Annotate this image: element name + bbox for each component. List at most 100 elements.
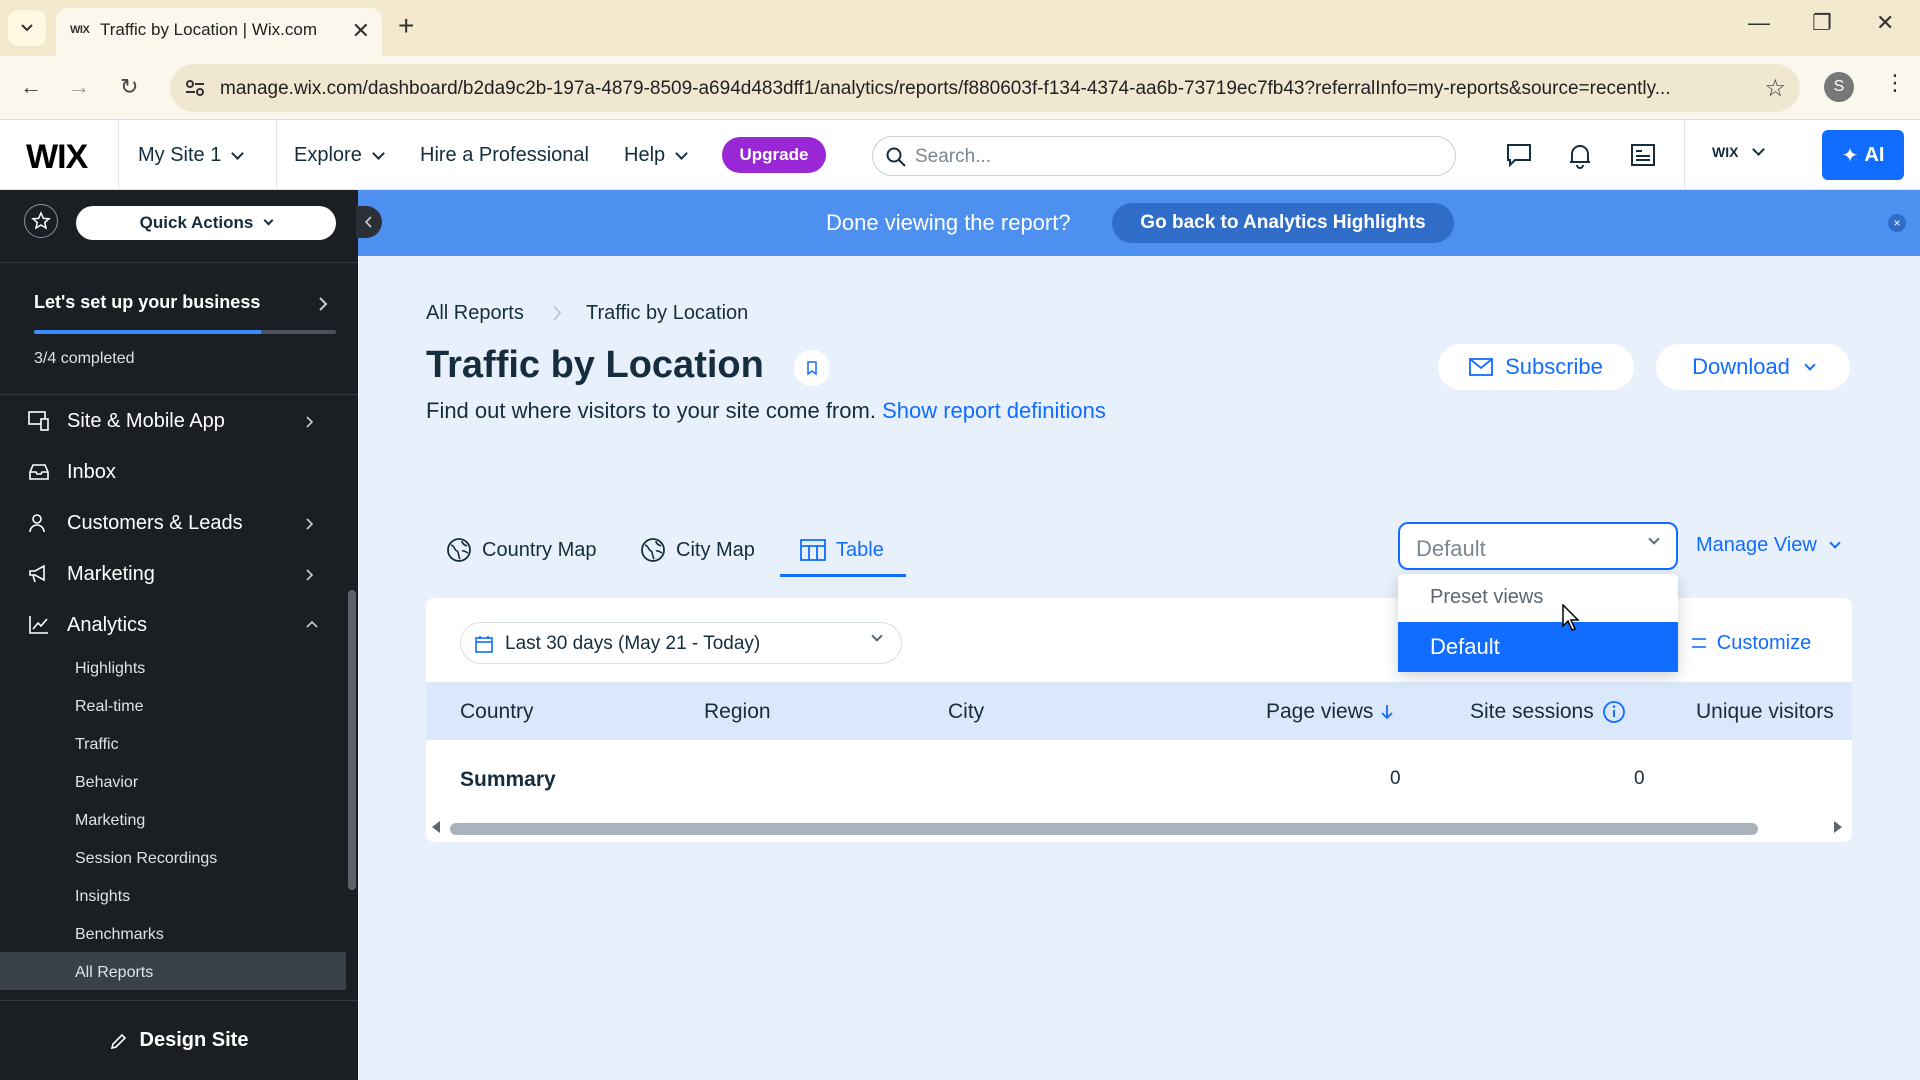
column-header-site-sessions[interactable]: Site sessions bbox=[1470, 700, 1626, 724]
account-menu[interactable]: WIX bbox=[1712, 143, 1766, 160]
help-menu[interactable]: Help bbox=[624, 144, 689, 167]
summary-page-views: 0 bbox=[1390, 768, 1401, 789]
design-site-button[interactable]: Design Site bbox=[0, 1000, 358, 1080]
tab-table[interactable]: Table bbox=[800, 530, 884, 570]
scroll-right-icon[interactable] bbox=[1834, 821, 1842, 833]
tab-list-button[interactable] bbox=[8, 10, 46, 46]
back-icon[interactable]: ← bbox=[20, 74, 42, 100]
tab-label: City Map bbox=[676, 538, 755, 561]
divider bbox=[1684, 120, 1685, 190]
date-range-picker[interactable]: Last 30 days (May 21 - Today) bbox=[460, 622, 902, 664]
sidebar-scrollbar[interactable] bbox=[348, 590, 356, 890]
sidebar-subitem-real-time[interactable]: Real-time bbox=[75, 698, 143, 716]
close-window-icon[interactable]: ✕ bbox=[1876, 10, 1894, 36]
search-input[interactable] bbox=[915, 143, 1435, 171]
tab-label: Country Map bbox=[482, 538, 597, 561]
page-subtitle: Find out where visitors to your site com… bbox=[426, 398, 1106, 424]
scroll-thumb[interactable] bbox=[450, 823, 1758, 835]
download-button[interactable]: Download bbox=[1656, 344, 1850, 390]
download-label: Download bbox=[1692, 354, 1790, 379]
customize-button[interactable]: Customize bbox=[1676, 622, 1826, 664]
sidebar-item-inbox[interactable]: Inbox bbox=[0, 447, 340, 497]
manage-view-label: Manage View bbox=[1696, 534, 1817, 556]
bell-icon[interactable] bbox=[1568, 143, 1592, 169]
sidebar-subitem-behavior[interactable]: Behavior bbox=[75, 774, 138, 792]
chevron-right-icon[interactable] bbox=[318, 296, 328, 312]
scroll-left-icon[interactable] bbox=[432, 821, 440, 833]
profile-avatar[interactable]: S bbox=[1824, 72, 1854, 102]
sidebar-item-customers-leads[interactable]: Customers & Leads bbox=[0, 498, 340, 548]
subscribe-button[interactable]: Subscribe bbox=[1438, 344, 1634, 390]
site-settings-icon[interactable] bbox=[184, 77, 206, 99]
show-definitions-link[interactable]: Show report definitions bbox=[882, 398, 1106, 423]
quick-actions-button[interactable]: Quick Actions bbox=[76, 206, 336, 240]
column-header-page-views[interactable]: Page views bbox=[1266, 700, 1394, 724]
column-header-region[interactable]: Region bbox=[704, 700, 771, 724]
bookmark-icon bbox=[807, 361, 817, 376]
ai-assistant-button[interactable]: ✦ AI bbox=[1822, 130, 1904, 180]
manage-view-button[interactable]: Manage View bbox=[1696, 534, 1841, 557]
column-label: Site sessions bbox=[1470, 700, 1594, 723]
view-select[interactable]: Default bbox=[1398, 522, 1678, 570]
sidebar: Quick Actions Let's set up your business… bbox=[0, 190, 358, 1080]
sidebar-subitem-insights[interactable]: Insights bbox=[75, 888, 130, 906]
restore-icon[interactable]: ❐ bbox=[1812, 10, 1832, 36]
chevron-right-icon bbox=[553, 305, 562, 321]
chevron-down-icon bbox=[1829, 537, 1841, 549]
chat-icon[interactable] bbox=[1506, 143, 1532, 167]
column-header-unique-visitors[interactable]: Unique visitors bbox=[1696, 700, 1834, 724]
back-to-highlights-button[interactable]: Go back to Analytics Highlights bbox=[1112, 203, 1454, 243]
upgrade-button[interactable]: Upgrade bbox=[722, 137, 826, 173]
info-icon[interactable] bbox=[1602, 700, 1626, 724]
dropdown-header: Preset views bbox=[1430, 586, 1544, 608]
column-header-country[interactable]: Country bbox=[460, 700, 534, 724]
wix-top-bar: WIX My Site 1 Explore Hire a Professiona… bbox=[0, 120, 1920, 190]
browser-menu-icon[interactable]: ⋮ bbox=[1884, 70, 1906, 96]
reload-icon[interactable]: ↻ bbox=[120, 74, 138, 100]
sidebar-subitem-highlights[interactable]: Highlights bbox=[75, 660, 145, 678]
search-box[interactable] bbox=[872, 136, 1456, 176]
sidebar-item-label: Analytics bbox=[67, 613, 148, 636]
sidebar-item-site-mobile-app[interactable]: Site & Mobile App bbox=[0, 396, 340, 446]
minimize-icon[interactable]: — bbox=[1748, 10, 1770, 36]
site-selector[interactable]: My Site 1 bbox=[138, 144, 245, 167]
sidebar-subitem-all-reports[interactable]: All Reports bbox=[75, 964, 153, 982]
browser-tab[interactable]: WIX Traffic by Location | Wix.com ✕ bbox=[56, 8, 382, 56]
subscribe-label: Subscribe bbox=[1505, 354, 1603, 379]
explore-menu[interactable]: Explore bbox=[294, 144, 385, 167]
chevron-down-icon bbox=[1648, 533, 1660, 545]
tab-country-map[interactable]: Country Map bbox=[446, 530, 597, 570]
column-header-city[interactable]: City bbox=[948, 700, 984, 724]
view-dropdown-menu: Preset views Default bbox=[1398, 574, 1678, 672]
sidebar-item-label: Site & Mobile App bbox=[67, 409, 225, 432]
chevron-down-icon bbox=[21, 24, 33, 32]
url-bar[interactable]: manage.wix.com/dashboard/b2da9c2b-197a-4… bbox=[170, 64, 1800, 112]
new-tab-icon[interactable]: + bbox=[398, 12, 414, 40]
favorites-button[interactable] bbox=[24, 204, 58, 238]
page-title: Traffic by Location bbox=[426, 344, 764, 386]
dropdown-option-default[interactable]: Default bbox=[1398, 622, 1678, 672]
sidebar-subitem-benchmarks[interactable]: Benchmarks bbox=[75, 926, 164, 944]
horizontal-scrollbar[interactable] bbox=[426, 818, 1852, 840]
pencil-icon bbox=[110, 1033, 126, 1049]
bookmark-report-button[interactable] bbox=[794, 350, 830, 386]
wix-logo[interactable]: WIX bbox=[26, 138, 88, 177]
banner-question: Done viewing the report? bbox=[826, 210, 1071, 235]
wix-favicon-icon: WIX bbox=[70, 24, 90, 36]
chevron-up-icon bbox=[306, 620, 318, 628]
browser-tab-bar: WIX Traffic by Location | Wix.com ✕ + — … bbox=[0, 0, 1920, 56]
tab-city-map[interactable]: City Map bbox=[640, 530, 755, 570]
sidebar-subitem-session-recordings[interactable]: Session Recordings bbox=[75, 850, 217, 868]
close-tab-icon[interactable]: ✕ bbox=[352, 18, 370, 44]
apps-panel-icon[interactable] bbox=[1630, 143, 1656, 167]
bookmark-star-icon[interactable]: ☆ bbox=[1764, 74, 1786, 103]
forward-icon[interactable]: → bbox=[68, 74, 90, 100]
setup-title[interactable]: Let's set up your business bbox=[34, 292, 260, 313]
hire-professional-link[interactable]: Hire a Professional bbox=[420, 144, 589, 167]
sidebar-item-analytics[interactable]: Analytics bbox=[0, 600, 340, 650]
sidebar-subitem-traffic[interactable]: Traffic bbox=[75, 736, 119, 754]
sidebar-subitem-marketing[interactable]: Marketing bbox=[75, 812, 145, 830]
breadcrumb-all-reports[interactable]: All Reports bbox=[426, 302, 524, 325]
sidebar-item-marketing[interactable]: Marketing bbox=[0, 549, 340, 599]
close-banner-icon[interactable]: × bbox=[1888, 214, 1906, 232]
